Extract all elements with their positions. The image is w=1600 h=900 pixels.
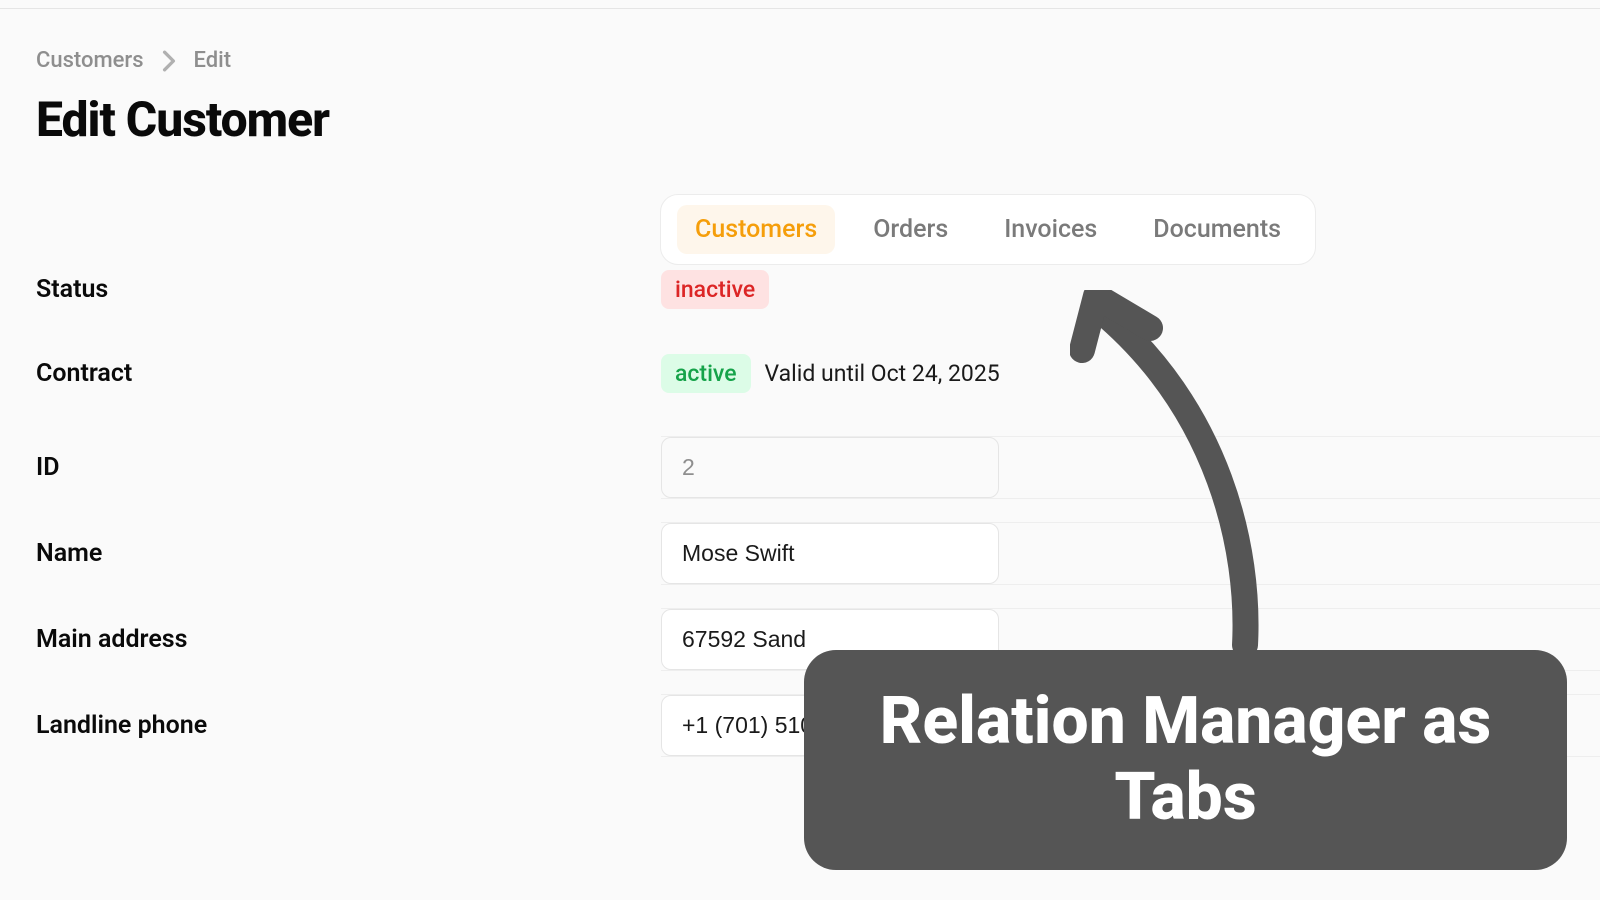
- breadcrumb-root-link[interactable]: Customers: [36, 48, 144, 73]
- tab-customers[interactable]: Customers: [677, 205, 835, 254]
- status-badge: inactive: [661, 270, 769, 309]
- row-name: Name: [36, 506, 1564, 600]
- label-contract: Contract: [36, 359, 661, 388]
- tab-invoices[interactable]: Invoices: [986, 205, 1115, 254]
- annotation-text: Relation Manager as Tabs: [844, 684, 1527, 836]
- page-title: Edit Customer: [36, 91, 1564, 148]
- label-id: ID: [36, 453, 661, 482]
- label-main-address: Main address: [36, 625, 661, 654]
- label-name: Name: [36, 539, 661, 568]
- annotation-bubble: Relation Manager as Tabs: [804, 650, 1567, 870]
- chevron-right-icon: [162, 50, 176, 72]
- contract-valid-until: Valid until Oct 24, 2025: [765, 360, 1000, 387]
- breadcrumb-current: Edit: [194, 48, 232, 73]
- name-field[interactable]: [661, 523, 999, 584]
- row-id: ID: [36, 420, 1564, 514]
- id-field: [661, 437, 999, 498]
- relation-tabs: Customers Orders Invoices Documents: [660, 194, 1316, 265]
- top-divider: [0, 8, 1600, 9]
- label-landline: Landline phone: [36, 711, 661, 740]
- contract-badge: active: [661, 354, 751, 393]
- tab-documents[interactable]: Documents: [1135, 205, 1299, 254]
- breadcrumb: Customers Edit: [36, 48, 1564, 73]
- tab-orders[interactable]: Orders: [855, 205, 966, 254]
- label-status: Status: [36, 275, 661, 304]
- row-contract: Contract active Valid until Oct 24, 2025: [36, 326, 1564, 420]
